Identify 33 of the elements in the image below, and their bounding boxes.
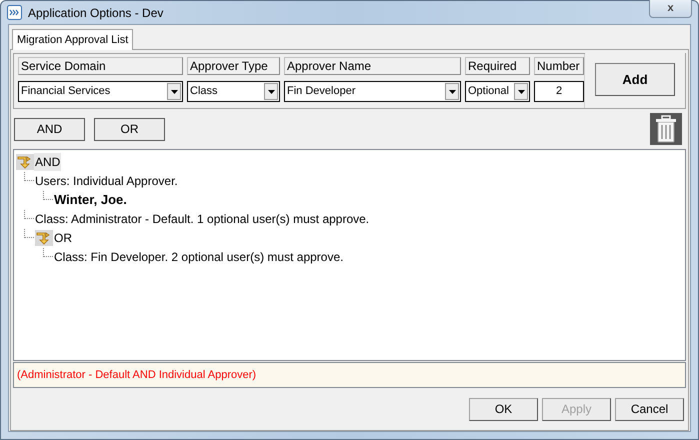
column-header: Required: [465, 57, 530, 75]
column-header: Number: [534, 57, 584, 75]
operator-icon: [16, 154, 34, 170]
operator-button[interactable]: OR: [94, 118, 165, 140]
tab[interactable]: Migration Approval List: [12, 29, 134, 50]
add-button[interactable]: Add: [595, 63, 675, 96]
summary-text: (Administrator - Default AND Individual Approver): [13, 362, 686, 388]
number-field[interactable]: 2: [534, 81, 584, 102]
dropdown-field[interactable]: Fin Developer: [284, 81, 461, 102]
caret-icon: [268, 90, 274, 94]
operator-button[interactable]: AND: [14, 118, 85, 140]
column-header: Approver Type: [187, 57, 280, 75]
dropdown-field[interactable]: Financial Services: [18, 81, 183, 102]
rule-node[interactable]: Users: Individual Approver.: [35, 172, 178, 190]
caret-icon: [170, 90, 178, 94]
user-node[interactable]: Winter, Joe.: [54, 190, 127, 210]
app-icon: [7, 5, 22, 20]
close-button[interactable]: x: [649, 0, 692, 18]
operator-icon: [35, 230, 53, 246]
dropdown-field[interactable]: Optional: [465, 81, 530, 102]
caret-icon: [448, 90, 456, 94]
operator-node[interactable]: AND: [34, 152, 62, 170]
caret-icon: [518, 90, 524, 94]
dialog-button[interactable]: Cancel: [615, 398, 684, 420]
operator-node[interactable]: OR: [53, 228, 73, 246]
window-title: Application Options - Dev: [28, 4, 164, 22]
column-header: Approver Name: [284, 57, 461, 75]
rule-node[interactable]: Class: Administrator - Default. 1 optional user(s) must approve.: [35, 210, 370, 228]
dropdown-field[interactable]: Class: [187, 81, 280, 102]
column-header: Service Domain: [18, 57, 183, 75]
dialog-button[interactable]: OK: [469, 398, 538, 420]
rule-node[interactable]: Class: Fin Developer. 2 optional user(s) must approve.: [54, 248, 344, 266]
trash-icon[interactable]: [650, 113, 682, 145]
